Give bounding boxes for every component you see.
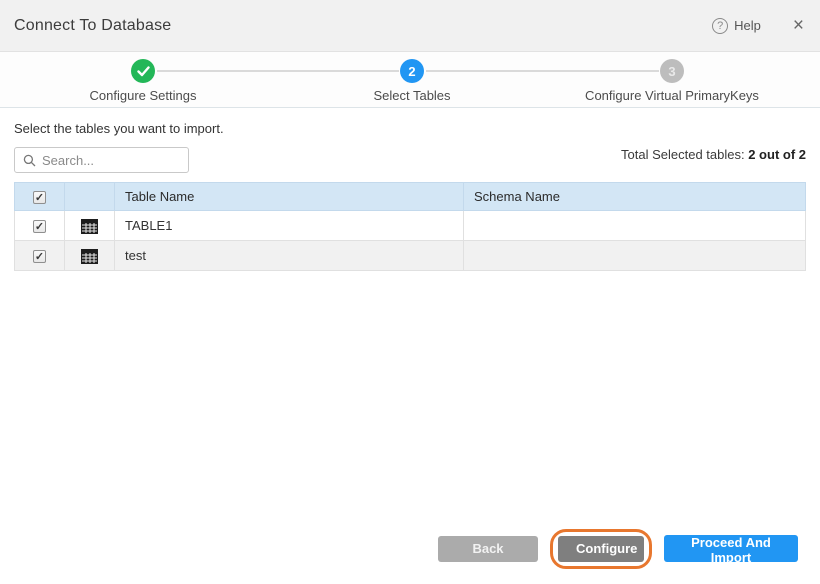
footer-actions: Back Configure Proceed And Import xyxy=(438,535,798,562)
tables-list: ✓ Table Name Schema Name ✓ xyxy=(14,182,806,271)
table-name-cell: test xyxy=(115,241,464,271)
row-checkbox[interactable]: ✓ xyxy=(33,250,46,263)
summary-count: 2 out of 2 xyxy=(748,147,806,162)
table-grid-icon xyxy=(81,249,98,264)
summary-label: Total Selected tables: xyxy=(621,147,748,162)
wizard-stepper: Configure Settings 2 Select Tables 3 Con… xyxy=(0,52,820,108)
help-button[interactable]: ? Help xyxy=(712,18,761,34)
step-3-circle: 3 xyxy=(660,59,684,83)
check-icon xyxy=(137,66,150,77)
search-icon xyxy=(23,154,36,167)
dialog-title: Connect To Database xyxy=(14,17,171,35)
step-1-circle xyxy=(131,59,155,83)
step-1-label: Configure Settings xyxy=(90,88,197,103)
connect-to-database-dialog: Connect To Database ? Help × Configure S… xyxy=(0,0,820,584)
table-row[interactable]: ✓ TABLE1 xyxy=(15,211,806,241)
row-checkbox[interactable]: ✓ xyxy=(33,220,46,233)
column-header-table-name: Table Name xyxy=(115,183,464,211)
schema-name-cell xyxy=(464,211,806,241)
step-2-circle: 2 xyxy=(400,59,424,83)
table-header-row: ✓ Table Name Schema Name xyxy=(15,183,806,211)
dialog-titlebar: Connect To Database ? Help × xyxy=(0,0,820,52)
proceed-and-import-button[interactable]: Proceed And Import xyxy=(664,535,798,562)
table-row[interactable]: ✓ test xyxy=(15,241,806,271)
select-all-checkbox[interactable]: ✓ xyxy=(33,191,46,204)
stepper-connector xyxy=(157,70,399,72)
table-grid-icon xyxy=(81,219,98,234)
step-2-label: Select Tables xyxy=(373,88,450,103)
column-header-schema-name: Schema Name xyxy=(464,183,806,211)
schema-name-cell xyxy=(464,241,806,271)
instruction-text: Select the tables you want to import. xyxy=(14,121,224,136)
table-name-cell: TABLE1 xyxy=(115,211,464,241)
help-label: Help xyxy=(734,18,761,33)
configure-button[interactable]: Configure xyxy=(558,536,644,562)
stepper-connector xyxy=(426,70,659,72)
search-input[interactable] xyxy=(42,153,180,168)
search-box[interactable] xyxy=(14,147,189,173)
step-3-label: Configure Virtual PrimaryKeys xyxy=(585,88,759,103)
close-icon[interactable]: × xyxy=(793,16,804,35)
help-question-icon: ? xyxy=(712,18,728,34)
icon-column-header xyxy=(65,183,115,211)
selected-tables-summary: Total Selected tables: 2 out of 2 xyxy=(621,147,806,162)
back-button[interactable]: Back xyxy=(438,536,538,562)
